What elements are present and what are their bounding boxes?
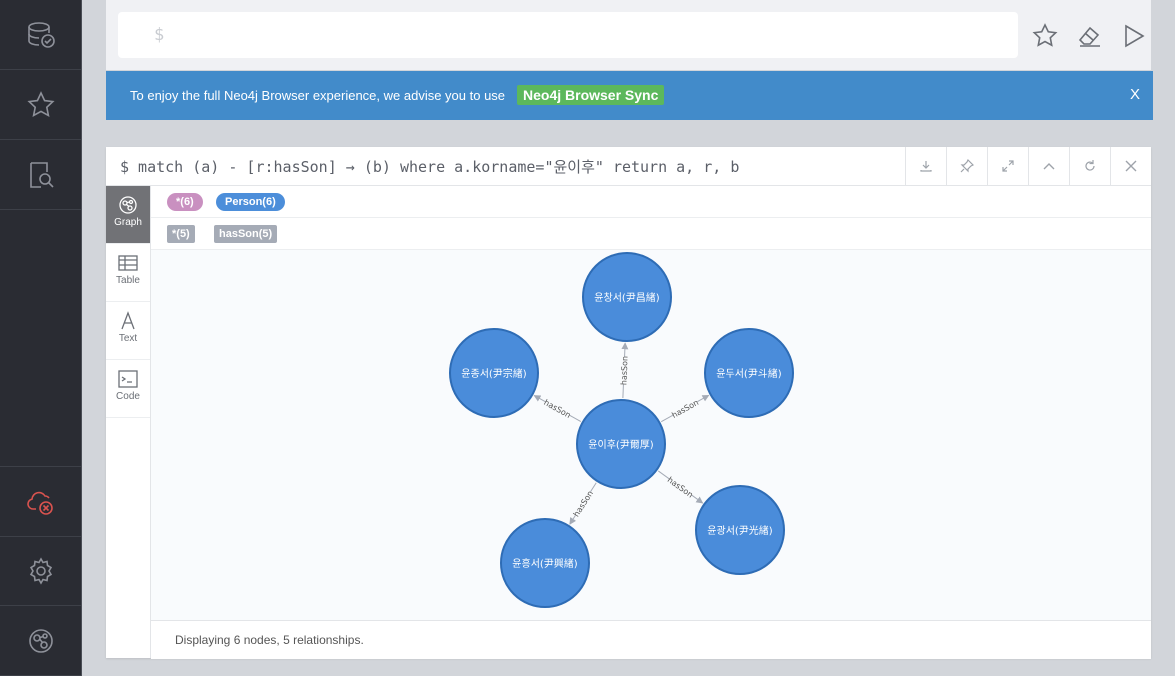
graph-svg: hasSon hasSon hasSon hasSon hasSon 윤이후(尹爾厚) 윤…: [449, 252, 794, 608]
label-pill-all[interactable]: *(6): [167, 193, 203, 211]
graph-node-child[interactable]: 윤흥서(尹興緖): [500, 518, 590, 608]
node-label: 윤흥서(尹興緖): [512, 557, 578, 570]
browser-sync-button[interactable]: Neo4j Browser Sync: [517, 85, 665, 105]
label-pill-person[interactable]: Person(6): [216, 193, 285, 211]
download-icon: [920, 161, 932, 172]
favorites-button[interactable]: [0, 70, 81, 140]
collapse-button[interactable]: [1028, 147, 1069, 185]
result-frame: $ match (a) - [r:hasSon] → (b) where a.k…: [106, 147, 1151, 659]
frame-title-bar: $ match (a) - [r:hasSon] → (b) where a.k…: [106, 147, 1151, 186]
status-text: Displaying 6 nodes, 5 relationships.: [175, 633, 364, 647]
settings-button[interactable]: [0, 536, 81, 606]
frame-command[interactable]: $ match (a) - [r:hasSon] → (b) where a.k…: [120, 156, 739, 177]
table-icon: [118, 255, 138, 271]
download-button[interactable]: [905, 147, 946, 185]
graph-node-child[interactable]: 윤종서(尹宗緖): [449, 328, 539, 418]
graph-node-child[interactable]: 윤광서(尹光緖): [695, 485, 785, 575]
database-button[interactable]: [0, 0, 81, 70]
editor-prompt: $: [154, 25, 165, 45]
graph-node-child[interactable]: 윤두서(尹斗緖): [704, 328, 794, 418]
node-label: 윤이후(尹爾厚): [588, 439, 654, 451]
tab-code[interactable]: Code: [106, 360, 150, 418]
sidebar: [0, 0, 82, 676]
tab-text-label: Text: [118, 333, 138, 344]
editor-bar: $: [106, 0, 1151, 70]
close-icon: [1125, 160, 1137, 172]
relationship-label: hasSon: [619, 356, 629, 386]
code-icon: [118, 370, 138, 388]
node-labels-legend: *(6) Person(6): [151, 186, 1151, 218]
eraser-icon[interactable]: [1076, 22, 1104, 50]
reltype-pill-all[interactable]: *(5): [167, 225, 195, 243]
node-label: 윤광서(尹光緖): [707, 524, 773, 537]
database-icon: [27, 21, 55, 48]
relationship-label: hasSon: [666, 475, 695, 499]
node-label: 윤두서(尹斗緖): [716, 367, 782, 380]
chevron-up-icon: [1043, 163, 1055, 170]
fullscreen-button[interactable]: [987, 147, 1028, 185]
sync-banner: To enjoy the full Neo4j Browser experien…: [106, 71, 1153, 120]
banner-close-button[interactable]: X: [1130, 86, 1140, 103]
close-frame-button[interactable]: [1110, 147, 1151, 185]
disconnected-icon: [26, 491, 53, 515]
node-label: 윤창서(尹昌緖): [594, 291, 660, 304]
relationship-label: hasSon: [572, 489, 595, 518]
node-label: 윤종서(尹宗緖): [461, 367, 527, 380]
reltype-pill-hasson[interactable]: hasSon(5): [214, 225, 278, 243]
tab-table-label: Table: [116, 275, 140, 286]
main-area: $ To enjoy the full Neo4j Browser experi…: [82, 0, 1175, 676]
frame-actions: [905, 147, 1151, 185]
expand-icon: [1002, 160, 1014, 172]
tab-text[interactable]: Text: [106, 302, 150, 360]
connection-status-button[interactable]: [0, 466, 81, 537]
graph-icon: [119, 196, 137, 214]
graph-node-child[interactable]: 윤창서(尹昌緖): [582, 252, 672, 342]
star-icon: [26, 90, 55, 117]
relationship-types-legend: *(5) hasSon(5): [151, 218, 1151, 250]
tab-graph[interactable]: Graph: [106, 186, 150, 244]
view-tabs: Graph Table Text Code: [106, 186, 151, 658]
graph-node-center[interactable]: 윤이후(尹爾厚): [576, 399, 666, 489]
cypher-editor-input[interactable]: $: [118, 12, 1018, 58]
tab-graph-label: Graph: [114, 217, 142, 228]
documents-button[interactable]: [0, 140, 81, 210]
pin-button[interactable]: [946, 147, 987, 185]
tab-table[interactable]: Table: [106, 244, 150, 302]
banner-text: To enjoy the full Neo4j Browser experien…: [130, 88, 506, 103]
favorite-star-icon[interactable]: [1031, 22, 1059, 50]
tab-code-label: Code: [116, 391, 140, 402]
search-docs-icon: [29, 161, 54, 188]
gear-icon: [29, 556, 52, 585]
relationship-label: hasSon: [542, 398, 572, 420]
neo4j-logo-icon: [28, 628, 53, 653]
about-button[interactable]: [0, 606, 81, 676]
play-icon[interactable]: [1120, 22, 1148, 50]
text-icon: [121, 311, 135, 330]
status-bar: Displaying 6 nodes, 5 relationships.: [151, 620, 1151, 659]
pin-icon: [960, 159, 974, 173]
relationship-label: hasSon: [670, 398, 700, 420]
refresh-icon: [1085, 160, 1095, 171]
rerun-button[interactable]: [1069, 147, 1110, 185]
graph-canvas[interactable]: hasSon hasSon hasSon hasSon hasSon 윤이후(尹爾厚) 윤…: [151, 250, 1151, 620]
